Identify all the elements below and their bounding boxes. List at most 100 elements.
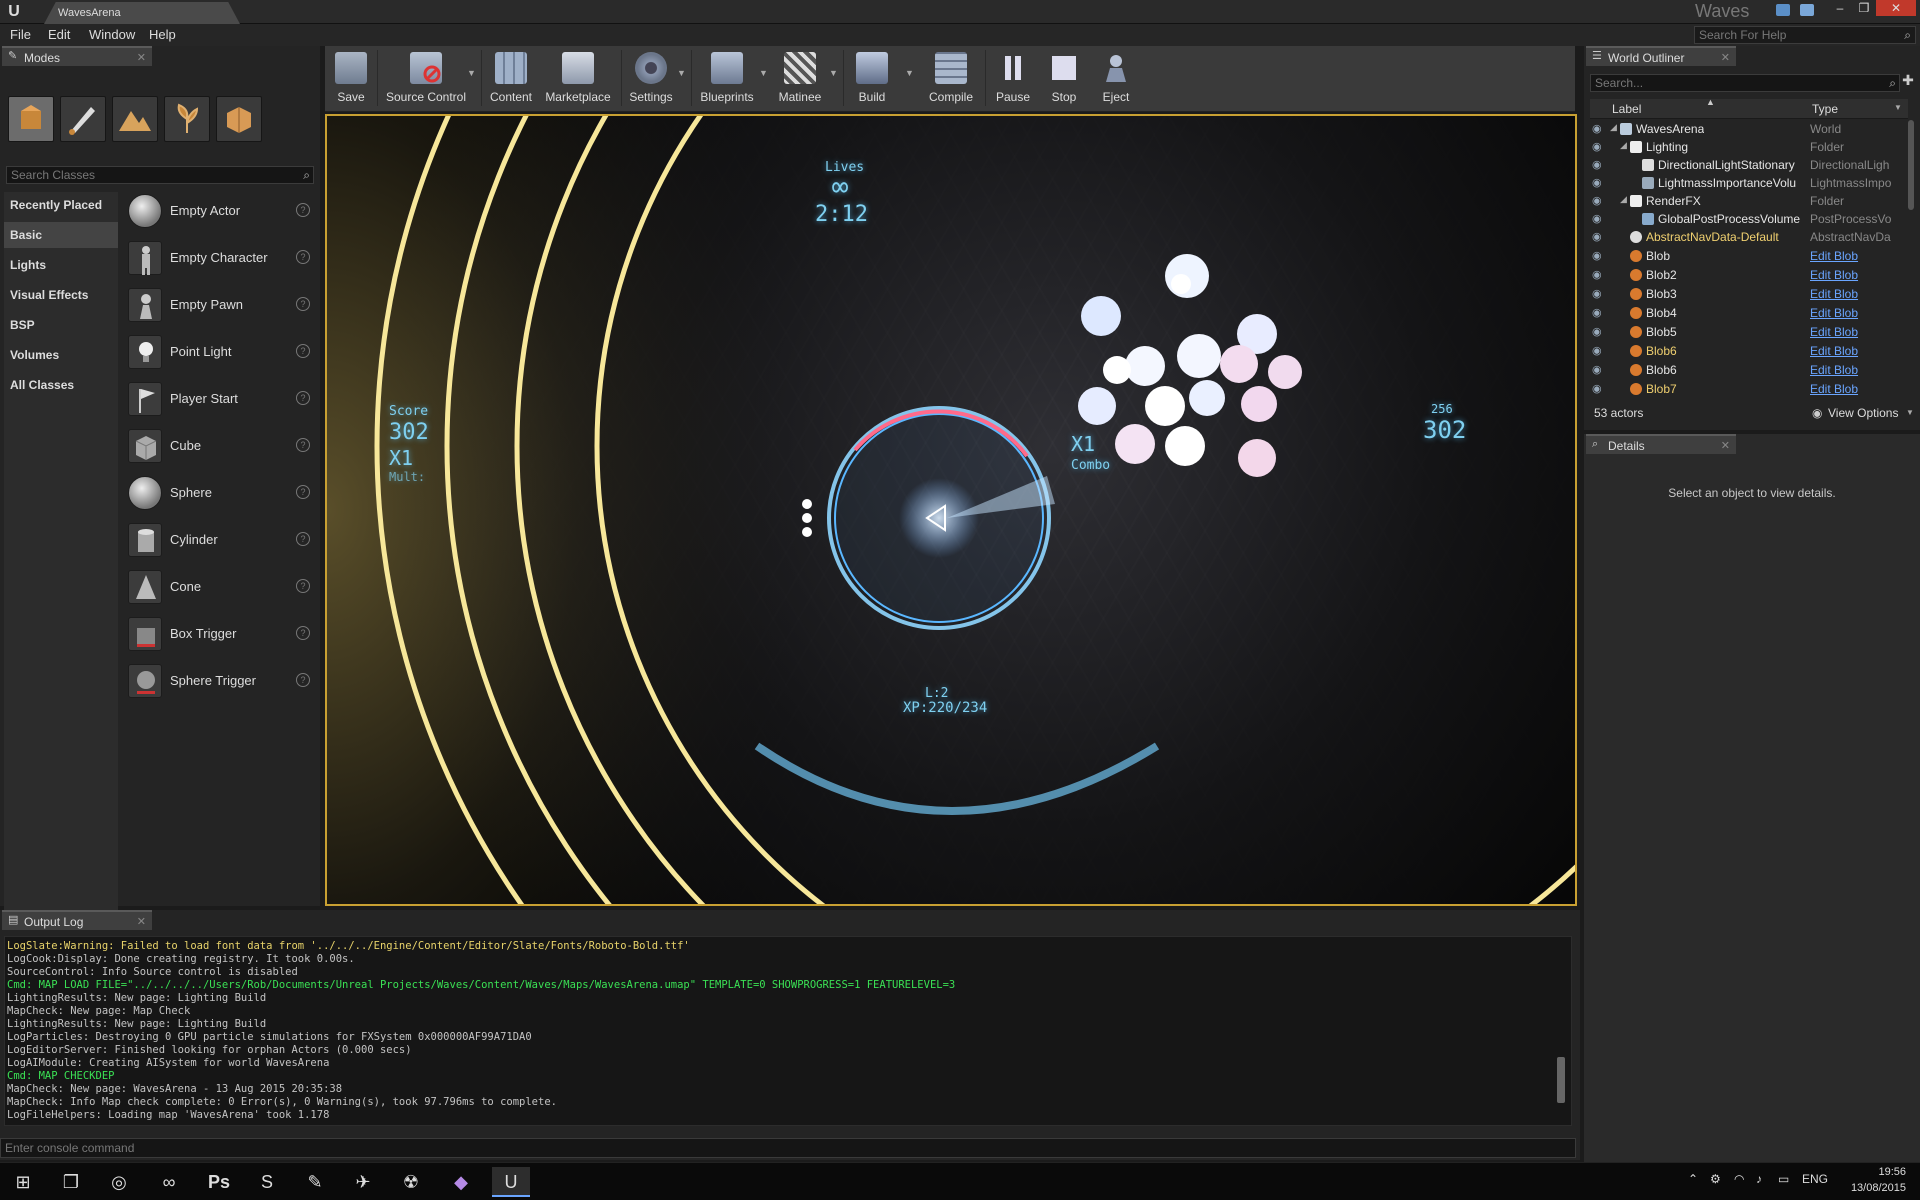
outliner-row[interactable]: ◉ Blob Edit Blob xyxy=(1590,247,1908,266)
eye-icon[interactable]: ◉ xyxy=(1592,250,1604,262)
chevron-up-icon[interactable]: ⌃ xyxy=(1688,1172,1698,1186)
clock-date[interactable]: 13/08/2015 xyxy=(1851,1182,1906,1194)
outliner-row[interactable]: ◉ Blob6 Edit Blob xyxy=(1590,342,1908,361)
class-sphere[interactable]: Sphere ? xyxy=(122,472,316,514)
log-scrollbar[interactable] xyxy=(1557,1057,1565,1103)
outliner-search-input[interactable]: Search... ⌕ xyxy=(1590,74,1900,92)
outliner-row[interactable]: ◉ GlobalPostProcessVolume PostProcessVo xyxy=(1590,210,1908,229)
eye-icon[interactable]: ◉ xyxy=(1592,177,1604,189)
menu-edit[interactable]: Edit xyxy=(48,24,70,46)
chevron-down-icon[interactable]: ▼ xyxy=(1906,408,1914,417)
volume-icon[interactable]: ♪ xyxy=(1756,1172,1762,1186)
expand-arrow-icon[interactable]: ◢ xyxy=(1620,140,1627,151)
category-recently-placed[interactable]: Recently Placed xyxy=(4,192,118,218)
class-player-start[interactable]: Player Start ? xyxy=(122,378,316,420)
source-control-button[interactable]: Source Control xyxy=(381,48,471,108)
eye-icon[interactable]: ◉ xyxy=(1592,326,1604,338)
category-volumes[interactable]: Volumes xyxy=(4,342,118,368)
game-viewport[interactable]: Lives ∞ 2:12 Score 302 X1 Mult: X1 Combo… xyxy=(325,114,1577,906)
eject-button[interactable]: Eject xyxy=(1091,48,1141,108)
compile-button[interactable]: Compile xyxy=(921,48,981,108)
stop-button[interactable]: Stop xyxy=(1041,48,1087,108)
class-empty-character[interactable]: Empty Character ? xyxy=(122,237,316,279)
close-icon[interactable]: ✕ xyxy=(137,48,146,68)
outliner-row[interactable]: ◉ Blob6 Edit Blob xyxy=(1590,361,1908,380)
view-options-button[interactable]: View Options xyxy=(1828,406,1898,420)
chevron-down-icon[interactable]: ▼ xyxy=(759,68,768,78)
tab-world-outliner[interactable]: ☰ World Outliner ✕ xyxy=(1586,46,1736,66)
battery-icon[interactable]: ▭ xyxy=(1778,1172,1789,1186)
help-icon[interactable]: ? xyxy=(296,673,310,687)
place-mode-button[interactable] xyxy=(8,96,54,142)
task-view-icon[interactable]: ❐ xyxy=(52,1167,90,1197)
skype-icon[interactable]: S xyxy=(248,1167,286,1197)
search-help-input[interactable]: Search For Help ⌕ xyxy=(1694,26,1916,44)
outliner-row[interactable]: ◉ ◢ WavesArena World xyxy=(1590,120,1908,139)
console-command-input[interactable]: Enter console command xyxy=(0,1138,1576,1158)
help-icon[interactable]: ? xyxy=(296,532,310,546)
build-button[interactable]: Build xyxy=(847,48,897,108)
edit-blueprint-link[interactable]: Edit Blob xyxy=(1810,306,1900,320)
help-icon[interactable]: ? xyxy=(296,203,310,217)
edit-blueprint-link[interactable]: Edit Blob xyxy=(1810,325,1900,339)
unreal-editor-icon[interactable]: U xyxy=(492,1167,530,1197)
outliner-scrollbar[interactable] xyxy=(1908,120,1914,210)
add-folder-icon[interactable]: ✚ xyxy=(1898,72,1918,92)
category-all-classes[interactable]: All Classes xyxy=(4,372,118,398)
wifi-icon[interactable]: ◠ xyxy=(1734,1172,1744,1186)
log-body[interactable]: LogSlate:Warning: Failed to load font da… xyxy=(4,936,1572,1126)
close-icon[interactable]: ✕ xyxy=(1721,436,1730,456)
eye-icon[interactable]: ◉ xyxy=(1592,307,1604,319)
game-app-icon[interactable]: ☢ xyxy=(392,1167,430,1197)
eye-icon[interactable]: ◉ xyxy=(1592,213,1604,225)
eye-icon[interactable]: ◉ xyxy=(1592,231,1604,243)
tab-output-log[interactable]: ▤ Output Log ✕ xyxy=(2,910,152,930)
expand-arrow-icon[interactable]: ◢ xyxy=(1610,122,1617,133)
edit-blueprint-link[interactable]: Edit Blob xyxy=(1810,268,1900,282)
column-type-header[interactable]: Type xyxy=(1812,102,1838,116)
pause-button[interactable]: Pause xyxy=(989,48,1037,108)
chevron-down-icon[interactable]: ▼ xyxy=(905,68,914,78)
outliner-row[interactable]: ◉ AbstractNavData-Default AbstractNavDa xyxy=(1590,228,1908,247)
eye-icon[interactable]: ◉ xyxy=(1592,141,1604,153)
outliner-row[interactable]: ◉ Blob3 Edit Blob xyxy=(1590,285,1908,304)
visual-studio-icon[interactable]: ◆ xyxy=(442,1167,480,1197)
chevron-down-icon[interactable]: ▼ xyxy=(829,68,838,78)
column-label-header[interactable]: Label xyxy=(1612,102,1641,116)
paint-mode-button[interactable] xyxy=(60,96,106,142)
chevron-down-icon[interactable]: ▼ xyxy=(467,68,476,78)
close-icon[interactable]: ✕ xyxy=(1876,0,1916,16)
chrome-icon[interactable]: ◎ xyxy=(100,1167,138,1197)
eye-icon[interactable]: ◉ xyxy=(1592,383,1604,395)
class-cylinder[interactable]: Cylinder ? xyxy=(122,519,316,561)
eye-icon[interactable]: ◉ xyxy=(1592,345,1604,357)
menu-file[interactable]: File xyxy=(10,24,31,46)
class-cube[interactable]: Cube ? xyxy=(122,425,316,467)
help-icon[interactable]: ? xyxy=(296,391,310,405)
class-empty-actor[interactable]: Empty Actor ? xyxy=(122,190,316,232)
tab-details[interactable]: ⌕ Details ✕ xyxy=(1586,434,1736,454)
class-sphere-trigger[interactable]: Sphere Trigger ? xyxy=(122,660,316,702)
blueprints-button[interactable]: Blueprints xyxy=(695,48,759,108)
class-point-light[interactable]: Point Light ? xyxy=(122,331,316,373)
help-icon[interactable]: ? xyxy=(296,485,310,499)
geometry-mode-button[interactable] xyxy=(216,96,262,142)
document-tab[interactable]: WavesArena xyxy=(44,2,240,24)
clock-time[interactable]: 19:56 xyxy=(1878,1166,1906,1178)
outliner-row[interactable]: ◉ LightmassImportanceVolu LightmassImpo xyxy=(1590,174,1908,193)
outliner-row[interactable]: ◉ Blob4 Edit Blob xyxy=(1590,304,1908,323)
link-app-icon[interactable]: ∞ xyxy=(150,1167,188,1197)
help-icon[interactable]: ? xyxy=(296,626,310,640)
category-bsp[interactable]: BSP xyxy=(4,312,118,338)
save-button[interactable]: Save xyxy=(329,48,373,108)
class-box-trigger[interactable]: Box Trigger ? xyxy=(122,613,316,655)
eye-icon[interactable]: ◉ xyxy=(1592,123,1604,135)
search-classes-input[interactable]: Search Classes ⌕ xyxy=(6,166,314,184)
menu-help[interactable]: Help xyxy=(149,24,176,46)
help-icon[interactable]: ? xyxy=(296,438,310,452)
outliner-row[interactable]: ◉ Blob2 Edit Blob xyxy=(1590,266,1908,285)
outliner-row[interactable]: ◉ ◢ Lighting Folder xyxy=(1590,138,1908,157)
category-basic[interactable]: Basic xyxy=(4,222,118,248)
edit-blueprint-link[interactable]: Edit Blob xyxy=(1810,287,1900,301)
help-icon[interactable]: ? xyxy=(296,250,310,264)
